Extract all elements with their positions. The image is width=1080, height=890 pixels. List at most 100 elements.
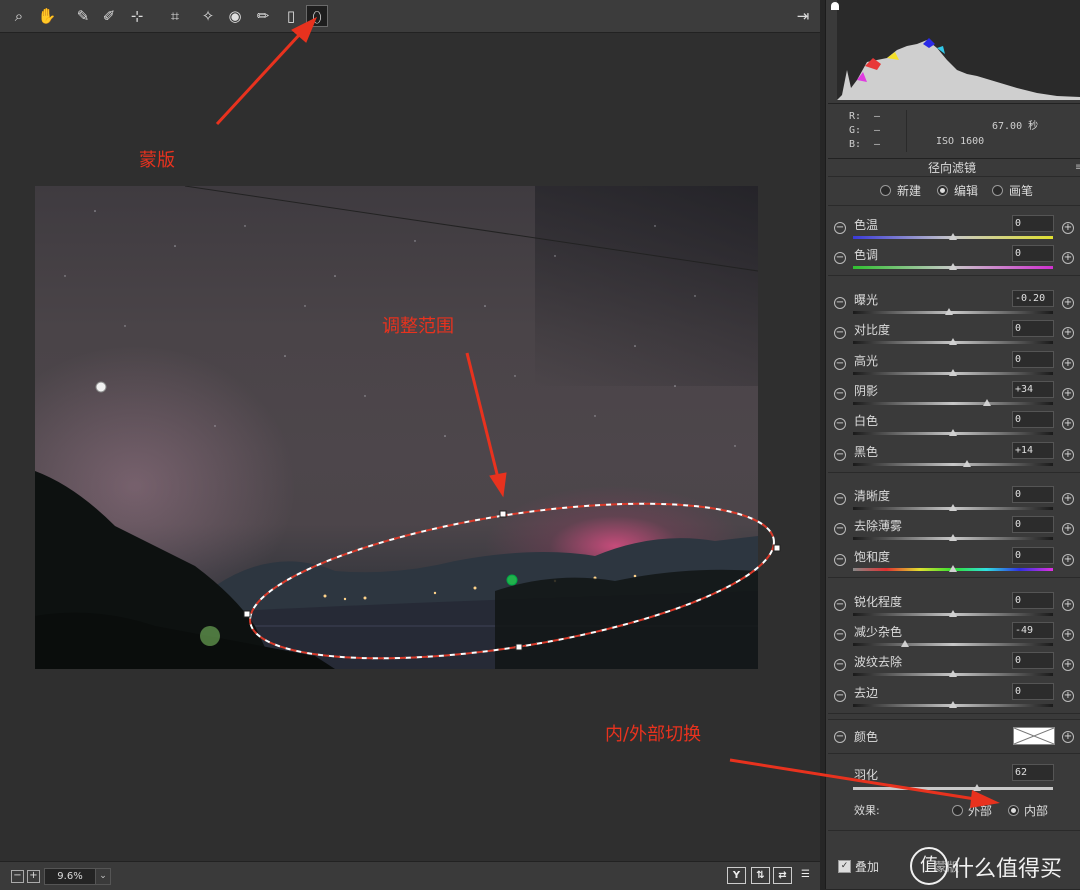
slider-thumb[interactable] — [949, 338, 957, 345]
slider-value-field[interactable]: -0.20 — [1012, 290, 1054, 307]
mode-edit-radio[interactable] — [937, 185, 948, 196]
slider-value-field[interactable]: 0 — [1012, 351, 1054, 368]
compare-button[interactable]: ⇅ — [751, 867, 770, 884]
slider-value-field[interactable]: 0 — [1012, 215, 1054, 232]
mode-new-label: 新建 — [897, 184, 922, 198]
slider-thumb[interactable] — [949, 565, 957, 572]
view-settings-icon[interactable]: ☰ — [797, 867, 814, 882]
view-mode-button[interactable]: Y — [727, 867, 746, 884]
slider-thumb[interactable] — [949, 534, 957, 541]
mode-brush-radio[interactable] — [992, 185, 1003, 196]
panel-menu-icon[interactable]: ≡ — [1075, 162, 1080, 173]
slider-thumb[interactable] — [963, 460, 971, 467]
color-plus-icon[interactable]: + — [1062, 731, 1074, 743]
site-watermark: 值 什么值得买 — [910, 845, 1080, 889]
slider-label: 色调 — [854, 248, 879, 262]
slider-label: 波纹去除 — [854, 655, 903, 669]
mask-handle-left — [243, 610, 251, 618]
slider-value-field[interactable]: 0 — [1012, 652, 1054, 669]
slider-value-field[interactable]: -49 — [1012, 622, 1054, 639]
slider-track[interactable] — [853, 643, 1053, 646]
color-swatch[interactable] — [1013, 727, 1055, 745]
slider-plus-icon[interactable]: + — [1062, 523, 1074, 535]
slider-thumb[interactable] — [949, 369, 957, 376]
overlay-label: 叠加 — [855, 860, 880, 874]
slider-label: 黑色 — [854, 445, 879, 459]
slider-minus-icon[interactable]: − — [834, 297, 846, 309]
slider-plus-icon[interactable]: + — [1062, 659, 1074, 671]
zoom-out-button[interactable]: − — [11, 870, 24, 883]
g-value: — — [874, 125, 881, 136]
slider-value-field[interactable]: 0 — [1012, 411, 1054, 428]
slider-value-field[interactable]: 0 — [1012, 547, 1054, 564]
slider-plus-icon[interactable]: + — [1062, 629, 1074, 641]
mode-new-radio[interactable] — [880, 185, 891, 196]
mask-handle-bottom — [515, 643, 523, 651]
slider-thumb[interactable] — [945, 308, 953, 315]
slider-label: 去除薄雾 — [854, 519, 903, 533]
zoom-in-button[interactable]: + — [27, 870, 40, 883]
watermark-logo-icon: 值 — [910, 847, 948, 885]
zoom-dropdown[interactable]: ⌄ — [95, 868, 111, 885]
overlay-checkbox[interactable]: ✓ — [838, 860, 851, 873]
slider-minus-icon[interactable]: − — [834, 493, 846, 505]
swap-button[interactable]: ⇄ — [773, 867, 792, 884]
slider-minus-icon[interactable]: − — [834, 690, 846, 702]
slider-thumb[interactable] — [949, 263, 957, 270]
slider-thumb[interactable] — [901, 640, 909, 647]
slider-plus-icon[interactable]: + — [1062, 297, 1074, 309]
slider-minus-icon[interactable]: − — [834, 388, 846, 400]
slider-plus-icon[interactable]: + — [1062, 327, 1074, 339]
slider-plus-icon[interactable]: + — [1062, 554, 1074, 566]
slider-plus-icon[interactable]: + — [1062, 358, 1074, 370]
slider-plus-icon[interactable]: + — [1062, 222, 1074, 234]
slider-minus-icon[interactable]: − — [834, 449, 846, 461]
slider-value-field[interactable]: +14 — [1012, 442, 1054, 459]
slider-value-field[interactable]: 0 — [1012, 516, 1054, 533]
slider-minus-icon[interactable]: − — [834, 554, 846, 566]
slider-thumb[interactable] — [949, 670, 957, 677]
slider-plus-icon[interactable]: + — [1062, 690, 1074, 702]
slider-value-field[interactable]: 0 — [1012, 245, 1054, 262]
slider-thumb[interactable] — [949, 233, 957, 240]
slider-minus-icon[interactable]: − — [834, 418, 846, 430]
slider-plus-icon[interactable]: + — [1062, 599, 1074, 611]
slider-minus-icon[interactable]: − — [834, 523, 846, 535]
slider-plus-icon[interactable]: + — [1062, 493, 1074, 505]
slider-plus-icon[interactable]: + — [1062, 388, 1074, 400]
panel-title: 径向滤镜 — [928, 161, 977, 175]
mask-handle-right — [773, 544, 781, 552]
slider-minus-icon[interactable]: − — [834, 252, 846, 264]
slider-minus-icon[interactable]: − — [834, 599, 846, 611]
slider-minus-icon[interactable]: − — [834, 327, 846, 339]
slider-thumb[interactable] — [949, 504, 957, 511]
slider-track[interactable] — [853, 311, 1053, 314]
slider-minus-icon[interactable]: − — [834, 358, 846, 370]
annotation-toggle: 内/外部切换 — [605, 724, 702, 745]
b-label: B: — [849, 139, 862, 150]
color-minus-icon[interactable]: − — [834, 731, 846, 743]
slider-minus-icon[interactable]: − — [834, 659, 846, 671]
shadow-clipping-icon[interactable] — [831, 2, 839, 10]
slider-value-field[interactable]: 0 — [1012, 486, 1054, 503]
slider-value-field[interactable]: 0 — [1012, 320, 1054, 337]
slider-track[interactable] — [853, 402, 1053, 405]
zoom-level-field[interactable]: 9.6% — [44, 868, 96, 885]
slider-minus-icon[interactable]: − — [834, 222, 846, 234]
watermark-text: 什么值得买 — [952, 857, 1063, 882]
slider-value-field[interactable]: 0 — [1012, 683, 1054, 700]
slider-label: 锐化程度 — [854, 595, 903, 609]
slider-plus-icon[interactable]: + — [1062, 252, 1074, 264]
slider-plus-icon[interactable]: + — [1062, 418, 1074, 430]
slider-thumb[interactable] — [949, 701, 957, 708]
slider-thumb[interactable] — [949, 610, 957, 617]
slider-minus-icon[interactable]: − — [834, 629, 846, 641]
slider-plus-icon[interactable]: + — [1062, 449, 1074, 461]
slider-thumb[interactable] — [949, 429, 957, 436]
slider-track[interactable] — [853, 463, 1053, 466]
slider-label: 清晰度 — [854, 489, 891, 503]
slider-value-field[interactable]: +34 — [1012, 381, 1054, 398]
slider-value-field[interactable]: 0 — [1012, 592, 1054, 609]
slider-thumb[interactable] — [983, 399, 991, 406]
filter-pin-inactive — [95, 381, 107, 393]
